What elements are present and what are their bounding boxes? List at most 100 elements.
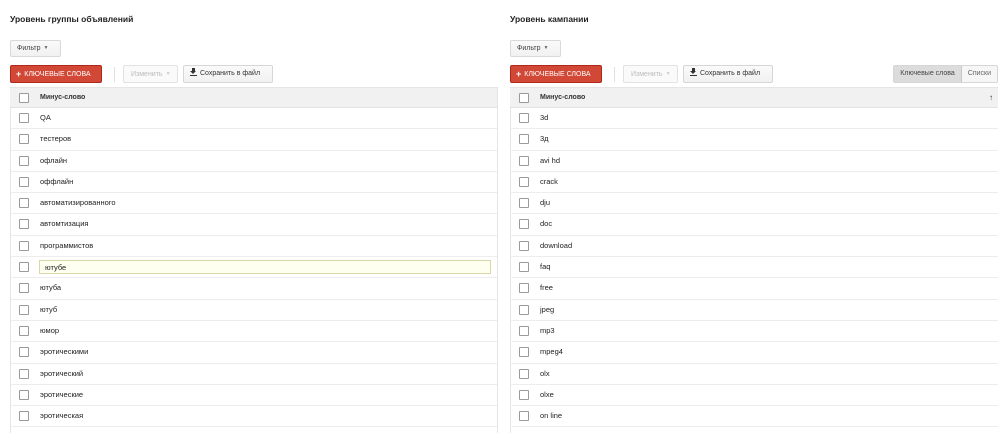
filter-label: Фильтр <box>17 45 41 52</box>
row-checkbox[interactable] <box>519 198 529 209</box>
table-border <box>497 87 498 433</box>
keyword-cell: 3d <box>540 113 549 122</box>
table-row[interactable]: jpeg <box>510 300 998 321</box>
table-row[interactable]: free <box>510 278 998 300</box>
table-row[interactable]: olxe <box>510 385 998 407</box>
save-to-file-button[interactable]: Сохранить в файл <box>683 65 773 83</box>
table-row[interactable]: эротическими <box>10 342 498 364</box>
row-checkbox[interactable] <box>519 155 529 166</box>
row-checkbox[interactable] <box>519 176 529 187</box>
keyword-cell: 3д <box>540 134 549 144</box>
keyword-cell: crack <box>540 176 558 186</box>
row-checkbox[interactable] <box>19 113 29 123</box>
row-checkbox[interactable] <box>19 240 29 251</box>
row-checkbox[interactable] <box>519 219 529 230</box>
table-row[interactable]: doc <box>510 214 998 236</box>
keyword-cell: doc <box>540 219 553 229</box>
row-checkbox[interactable] <box>19 198 29 209</box>
row-checkbox[interactable] <box>519 347 529 358</box>
column-header-negative-keyword[interactable]: Минус-слово <box>40 88 85 107</box>
row-checkbox[interactable] <box>19 325 29 336</box>
table-row[interactable]: программистов <box>10 236 498 258</box>
row-checkbox[interactable] <box>19 347 29 358</box>
table-row[interactable]: юмор <box>10 321 498 343</box>
row-checkbox[interactable] <box>19 368 29 379</box>
row-checkbox[interactable] <box>19 219 29 230</box>
table-row[interactable]: офлайн <box>10 151 498 172</box>
negative-keywords-table: Минус-слово ↑ 3d 3д avi hd crack dju doc downl… <box>510 87 998 428</box>
row-checkbox[interactable] <box>519 389 529 400</box>
row-checkbox[interactable] <box>519 283 529 294</box>
table-row[interactable]: mpeg4 <box>510 342 998 364</box>
change-label: Изменить <box>631 71 663 78</box>
caret-down-icon: ▼ <box>43 45 49 51</box>
row-checkbox[interactable] <box>519 368 529 379</box>
table-row[interactable]: эротические <box>10 385 498 407</box>
add-keywords-button[interactable]: + КЛЮЧЕВЫЕ СЛОВА <box>510 65 602 83</box>
filter-button[interactable]: Фильтр ▼ <box>510 40 561 57</box>
add-keywords-label: КЛЮЧЕВЫЕ СЛОВА <box>524 71 591 78</box>
row-checkbox[interactable] <box>519 113 529 123</box>
filter-label: Фильтр <box>517 45 541 52</box>
row-checkbox[interactable] <box>519 240 529 251</box>
panel-title: Уровень кампании <box>510 14 589 24</box>
caret-down-icon: ▼ <box>165 71 171 77</box>
table-row[interactable]: ютуб <box>10 300 498 321</box>
row-checkbox[interactable] <box>19 304 29 315</box>
column-header-negative-keyword[interactable]: Минус-слово <box>540 88 585 107</box>
table-row[interactable]: dju <box>510 193 998 215</box>
table-row[interactable]: 3д <box>510 129 998 151</box>
keyword-cell: автомтизация <box>40 219 89 229</box>
table-row[interactable]: on line <box>510 406 998 428</box>
row-checkbox[interactable] <box>19 176 29 187</box>
row-checkbox[interactable] <box>19 262 29 273</box>
table-row[interactable]: автоматизированного <box>10 193 498 215</box>
row-checkbox[interactable] <box>519 411 529 422</box>
table-row[interactable]: QA <box>10 108 498 130</box>
row-checkbox[interactable] <box>519 325 529 336</box>
table-row[interactable]: ютуба <box>10 278 498 300</box>
table-row[interactable]: crack <box>510 172 998 194</box>
table-row[interactable]: тестеров <box>10 129 498 151</box>
table-row[interactable]: автомтизация <box>10 214 498 236</box>
row-checkbox[interactable] <box>19 134 29 145</box>
row-checkbox[interactable] <box>19 389 29 400</box>
table-row[interactable]: download <box>510 236 998 258</box>
row-checkbox[interactable] <box>19 283 29 294</box>
keyword-cell: free <box>540 283 553 293</box>
tab-keywords[interactable]: Ключевые слова <box>894 66 962 82</box>
toolbar-divider <box>114 67 115 82</box>
table-row[interactable]: оффлайн <box>10 172 498 194</box>
change-button[interactable]: Изменить ▼ <box>123 65 178 83</box>
table-row[interactable]: эротическая <box>10 406 498 428</box>
filter-button[interactable]: Фильтр ▼ <box>10 40 61 57</box>
table-header: Минус-слово ↑ <box>510 88 998 108</box>
keyword-edit-field[interactable]: ютубе <box>39 260 491 275</box>
negative-keywords-table: Минус-слово QA тестеров офлайн оффлайн автом… <box>10 87 498 428</box>
table-row[interactable]: mp3 <box>510 321 998 343</box>
row-checkbox[interactable] <box>19 411 29 422</box>
keyword-cell: тестеров <box>40 134 72 144</box>
select-all-checkbox[interactable] <box>19 93 29 103</box>
table-row[interactable]: faq <box>510 257 998 279</box>
plus-icon: + <box>16 69 22 79</box>
row-checkbox[interactable] <box>519 304 529 315</box>
add-keywords-button[interactable]: + КЛЮЧЕВЫЕ СЛОВА <box>10 65 102 83</box>
tab-lists[interactable]: Списки <box>961 66 997 82</box>
table-row[interactable]: olx <box>510 364 998 385</box>
table-row[interactable]: эротический <box>10 364 498 385</box>
table-row[interactable]: ютубе <box>10 257 498 279</box>
keyword-cell: dju <box>540 198 551 208</box>
save-to-file-button[interactable]: Сохранить в файл <box>183 65 273 83</box>
row-checkbox[interactable] <box>519 262 529 273</box>
row-checkbox[interactable] <box>519 134 529 145</box>
keyword-cell: ютуб <box>40 304 58 314</box>
row-checkbox[interactable] <box>19 155 29 166</box>
keyword-cell: эротическими <box>40 347 89 357</box>
change-button[interactable]: Изменить ▼ <box>623 65 678 83</box>
table-row[interactable]: 3d <box>510 108 998 130</box>
select-all-checkbox[interactable] <box>519 93 529 103</box>
sort-ascending-icon[interactable]: ↑ <box>989 88 993 107</box>
table-row[interactable]: avi hd <box>510 151 998 172</box>
keyword-cell: эротические <box>40 389 84 399</box>
